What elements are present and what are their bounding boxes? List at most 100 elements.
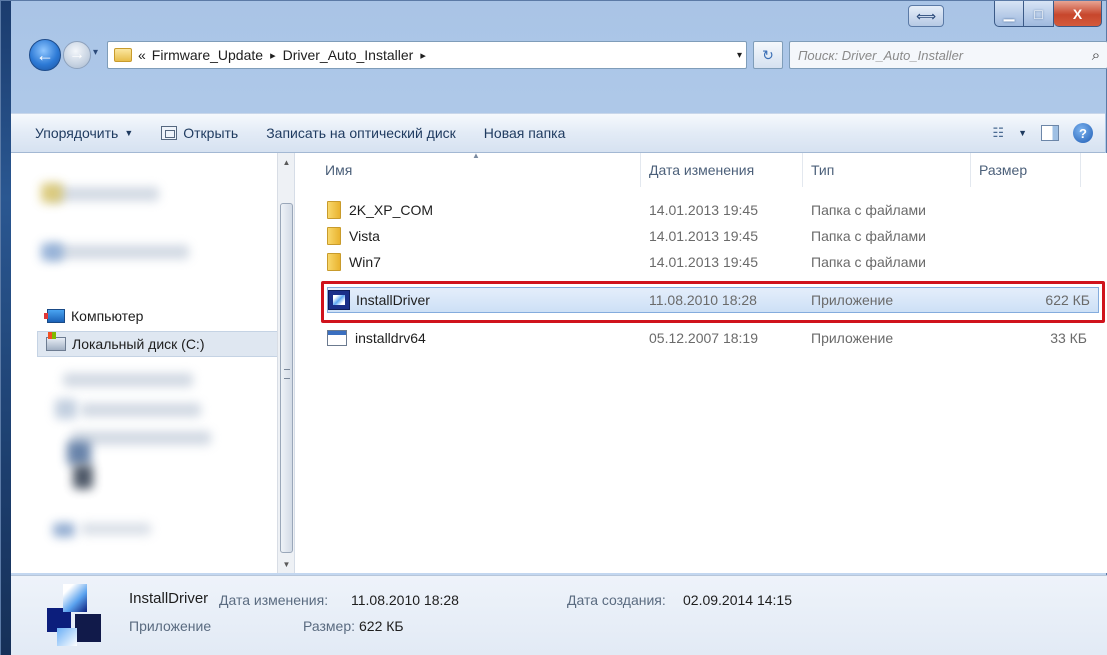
folder-icon [327, 253, 341, 271]
file-size: 33 КБ [1050, 330, 1087, 346]
column-label: Имя [325, 162, 353, 178]
caption-buttons: ▁ □ X [994, 1, 1102, 27]
column-label: Тип [811, 162, 835, 178]
arrow-right-icon: → [69, 46, 85, 63]
open-button[interactable]: Открыть [147, 125, 252, 141]
organize-label: Упорядочить [35, 125, 119, 141]
navigation-pane[interactable]: Компьютер Локальный диск (C:) ▲ ▼ [11, 153, 295, 573]
resize-button[interactable]: ⟺ [908, 5, 944, 27]
details-file-type: Приложение [129, 618, 212, 634]
file-type: Приложение [811, 330, 894, 346]
forward-button[interactable]: → [63, 41, 91, 69]
nav-item-local-disk[interactable]: Локальный диск (C:) [37, 331, 281, 357]
address-row: ← → ▾ « Firmware_Update ▸ Driver_Auto_In… [23, 35, 1107, 75]
breadcrumb-firmware-update[interactable]: Firmware_Update [152, 47, 263, 63]
file-type: Папка с файлами [811, 254, 926, 270]
column-header-name[interactable]: Имя ▲ [317, 151, 641, 187]
breadcrumb-driver-auto-installer[interactable]: Driver_Auto_Installer [283, 47, 414, 63]
details-file-name: InstallDriver [129, 590, 209, 607]
application-icon [327, 330, 347, 346]
back-button[interactable]: ← [29, 39, 61, 71]
desktop-background [1, 1, 11, 655]
file-list[interactable]: Имя ▲ Дата изменения Тип Размер 2K_XP_CO… [297, 151, 1107, 573]
search-box: ⌕ [789, 41, 1107, 69]
file-row[interactable]: installdrv64 05.12.2007 18:19 Приложение… [297, 325, 1107, 351]
details-pane: InstallDriver Приложение Дата изменения:… [11, 575, 1107, 655]
search-icon[interactable]: ⌕ [1085, 47, 1107, 64]
blurred-item [81, 523, 151, 535]
scroll-thumb[interactable] [280, 203, 293, 553]
details-created-label: Дата создания: [567, 592, 666, 608]
file-row-selected[interactable]: InstallDriver 11.08.2010 18:28 Приложени… [327, 287, 1099, 313]
file-row[interactable]: Win7 14.01.2013 19:45 Папка с файлами [297, 249, 1107, 275]
arrow-left-icon: ← [36, 44, 54, 65]
help-icon[interactable]: ? [1073, 123, 1093, 143]
computer-icon [44, 309, 65, 323]
organize-button[interactable]: Упорядочить ▼ [11, 125, 147, 141]
scroll-up-icon[interactable]: ▲ [278, 153, 294, 171]
toolbar-right: ☷ ▼ ? [992, 123, 1105, 143]
address-dropdown-icon[interactable]: ▾ [737, 50, 742, 61]
file-size: 622 КБ [1045, 292, 1090, 308]
refresh-button[interactable]: ↻ [753, 41, 783, 69]
file-name: Win7 [349, 254, 381, 270]
maximize-button[interactable]: □ [1024, 1, 1054, 27]
installer-app-icon [328, 290, 350, 310]
file-type: Папка с файлами [811, 228, 926, 244]
nav-item-label: Локальный диск (C:) [72, 336, 205, 352]
column-headers: Имя ▲ Дата изменения Тип Размер [297, 151, 1107, 187]
installer-app-icon [47, 584, 103, 646]
blurred-icon [53, 523, 75, 537]
file-date: 05.12.2007 18:19 [649, 330, 758, 346]
file-row[interactable]: 2K_XP_COM 14.01.2013 19:45 Папка с файла… [297, 197, 1107, 223]
blurred-icon [41, 243, 63, 261]
file-name: installdrv64 [355, 330, 426, 346]
nav-item-computer[interactable]: Компьютер [44, 303, 143, 329]
chevron-down-icon[interactable]: ▼ [1018, 128, 1027, 138]
scroll-down-icon[interactable]: ▼ [278, 555, 294, 573]
details-modified-value: 11.08.2010 18:28 [351, 592, 459, 608]
column-header-size[interactable]: Размер [971, 153, 1081, 187]
view-options-icon[interactable]: ☷ [992, 125, 1004, 141]
file-name: InstallDriver [356, 292, 430, 308]
details-size-value: 622 КБ [359, 618, 404, 634]
blurred-item [49, 245, 189, 259]
burn-label: Записать на оптический диск [266, 125, 456, 141]
file-row[interactable]: Vista 14.01.2013 19:45 Папка с файлами [297, 223, 1107, 249]
details-created-value: 02.09.2014 14:15 [683, 592, 792, 608]
search-input[interactable] [790, 47, 1085, 63]
column-header-date[interactable]: Дата изменения [641, 153, 803, 187]
address-bar[interactable]: « Firmware_Update ▸ Driver_Auto_Installe… [107, 41, 747, 69]
breadcrumb-separator-icon[interactable]: ▸ [420, 49, 426, 62]
column-label: Размер [979, 162, 1028, 178]
burn-button[interactable]: Записать на оптический диск [252, 125, 470, 141]
preview-pane-icon[interactable] [1041, 125, 1059, 141]
file-type: Папка с файлами [811, 202, 926, 218]
file-type: Приложение [811, 292, 894, 308]
file-name-cell: installdrv64 [327, 325, 426, 351]
close-button[interactable]: X [1054, 1, 1102, 27]
folder-icon [114, 48, 132, 62]
new-folder-button[interactable]: Новая папка [470, 125, 580, 141]
blurred-icon [55, 399, 77, 419]
breadcrumb-overflow[interactable]: « [138, 47, 146, 63]
sort-up-icon: ▲ [472, 151, 480, 160]
details-modified-label: Дата изменения: [219, 592, 329, 608]
blurred-icon [67, 441, 91, 465]
file-date: 14.01.2013 19:45 [649, 228, 758, 244]
column-header-type[interactable]: Тип [803, 153, 971, 187]
file-name: Vista [349, 228, 380, 244]
recent-pages-dropdown[interactable]: ▾ [93, 47, 98, 58]
open-icon [161, 126, 178, 140]
blurred-item [63, 373, 193, 387]
breadcrumb-separator-icon[interactable]: ▸ [270, 49, 276, 62]
file-date: 14.01.2013 19:45 [649, 202, 758, 218]
details-size-label: Размер: [303, 618, 356, 634]
blurred-icon [41, 183, 63, 203]
folder-icon [327, 201, 341, 219]
file-date: 14.01.2013 19:45 [649, 254, 758, 270]
minimize-button[interactable]: ▁ [994, 1, 1024, 27]
nav-scrollbar[interactable]: ▲ ▼ [277, 153, 294, 573]
new-folder-label: Новая папка [483, 125, 566, 141]
column-label: Дата изменения [649, 162, 755, 178]
